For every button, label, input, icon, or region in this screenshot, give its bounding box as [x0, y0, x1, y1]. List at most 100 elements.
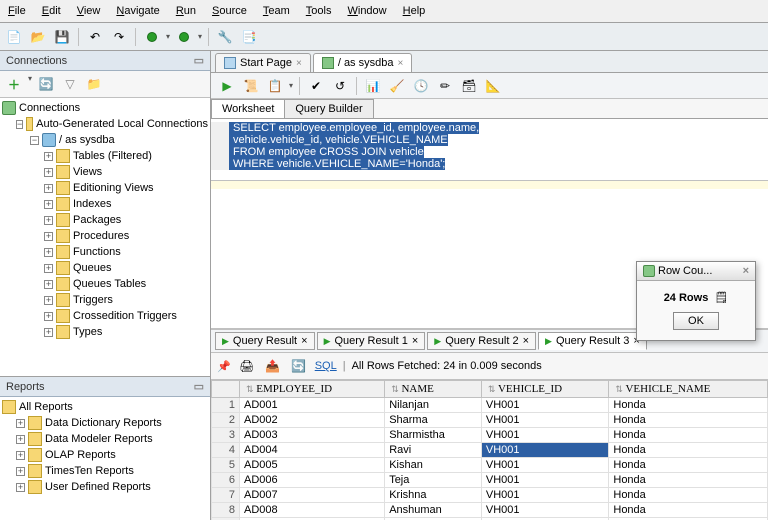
action2-icon[interactable]: 📑: [239, 27, 259, 47]
snippet-icon[interactable]: ✏: [435, 76, 455, 96]
tab-connection[interactable]: / as sysdba×: [313, 53, 412, 72]
result-tab[interactable]: ▶Query Result×: [215, 332, 315, 350]
column-header[interactable]: ⇅ VEHICLE_ID: [481, 381, 609, 398]
main-split: Connections ▭ ＋ ▾ 🔄 ▽ 📁 Connections −Aut…: [0, 51, 768, 520]
tree-item[interactable]: +Views: [2, 164, 208, 180]
tree-item[interactable]: +Indexes: [2, 196, 208, 212]
separator: [299, 77, 300, 95]
table-row[interactable]: 5AD005KishanVH001Honda: [212, 458, 768, 473]
dropdown-icon[interactable]: ▾: [289, 81, 293, 90]
tree-item[interactable]: +Data Dictionary Reports: [2, 415, 208, 431]
menu-tools[interactable]: Tools: [298, 2, 340, 20]
tab-start-page[interactable]: Start Page×: [215, 53, 311, 72]
menu-view[interactable]: View: [69, 2, 109, 20]
menu-file[interactable]: File: [0, 2, 34, 20]
menu-run[interactable]: Run: [168, 2, 204, 20]
run-icon[interactable]: ▶: [217, 76, 237, 96]
close-icon[interactable]: ×: [743, 265, 749, 277]
tree-autogen[interactable]: −Auto-Generated Local Connections: [2, 116, 208, 132]
close-icon[interactable]: ×: [296, 58, 302, 69]
menu-navigate[interactable]: Navigate: [108, 2, 167, 20]
table-row[interactable]: 8AD008AnshumanVH001Honda: [212, 503, 768, 518]
new-icon[interactable]: 📄: [4, 27, 24, 47]
action1-icon[interactable]: 🔧: [215, 27, 235, 47]
panel-collapse-icon[interactable]: ▭: [194, 380, 204, 393]
result-grid[interactable]: ⇅ EMPLOYEE_ID⇅ NAME⇅ VEHICLE_ID⇅ VEHICLE…: [211, 380, 768, 520]
open-icon[interactable]: 📂: [28, 27, 48, 47]
ok-button[interactable]: OK: [673, 312, 719, 330]
history-icon[interactable]: 🕓: [411, 76, 431, 96]
table-row[interactable]: 3AD003SharmisthaVH001Honda: [212, 428, 768, 443]
tree-item[interactable]: +TimesTen Reports: [2, 463, 208, 479]
nav-back-icon[interactable]: [142, 27, 162, 47]
tree-item[interactable]: +Procedures: [2, 228, 208, 244]
tree-item[interactable]: +Types: [2, 324, 208, 340]
menu-window[interactable]: Window: [339, 2, 394, 20]
tree-item[interactable]: +Queues Tables: [2, 276, 208, 292]
table-row[interactable]: 7AD007KrishnaVH001Honda: [212, 488, 768, 503]
column-header[interactable]: ⇅ VEHICLE_NAME: [609, 381, 768, 398]
table-row[interactable]: 4AD004RaviVH001Honda: [212, 443, 768, 458]
table-row[interactable]: 2AD002SharmaVH001Honda: [212, 413, 768, 428]
column-header[interactable]: ⇅ EMPLOYEE_ID: [240, 381, 385, 398]
result-tab[interactable]: ▶Query Result 1×: [317, 332, 426, 350]
tree-item[interactable]: +Tables (Filtered): [2, 148, 208, 164]
subtab-worksheet[interactable]: Worksheet: [211, 99, 285, 118]
panel-collapse-icon[interactable]: ▭: [194, 54, 204, 67]
result-tab[interactable]: ▶Query Result 2×: [427, 332, 536, 350]
close-icon[interactable]: ×: [301, 335, 307, 347]
autotrace-icon[interactable]: 📊: [363, 76, 383, 96]
export-icon[interactable]: 📤: [263, 356, 283, 376]
folder-icon[interactable]: 📁: [84, 74, 104, 94]
tree-item[interactable]: +User Defined Reports: [2, 479, 208, 495]
tree-item[interactable]: +Packages: [2, 212, 208, 228]
close-icon[interactable]: ×: [397, 58, 403, 69]
tree-item[interactable]: +Data Modeler Reports: [2, 431, 208, 447]
close-icon[interactable]: ×: [412, 335, 418, 347]
tree-item[interactable]: +OLAP Reports: [2, 447, 208, 463]
print-icon[interactable]: 🖨: [237, 356, 257, 376]
menu-help[interactable]: Help: [395, 2, 434, 20]
filter-icon[interactable]: ▽: [60, 74, 80, 94]
result-tab[interactable]: ▶Query Result 3×: [538, 332, 647, 350]
column-header[interactable]: ⇅ NAME: [385, 381, 482, 398]
tree-connection[interactable]: −/ as sysdba: [2, 132, 208, 148]
menu-team[interactable]: Team: [255, 2, 298, 20]
dropdown-icon[interactable]: ▾: [28, 74, 32, 94]
clear-icon[interactable]: 🧹: [387, 76, 407, 96]
redo-icon[interactable]: ↷: [109, 27, 129, 47]
subtab-query-builder[interactable]: Query Builder: [284, 99, 373, 118]
commit-icon[interactable]: ✔: [306, 76, 326, 96]
tree-item[interactable]: All Reports: [2, 399, 208, 415]
tree-root[interactable]: Connections: [2, 100, 208, 116]
menu-source[interactable]: Source: [204, 2, 255, 20]
dropdown-icon[interactable]: ▾: [198, 32, 202, 41]
add-connection-icon[interactable]: ＋: [4, 74, 24, 94]
dialog-titlebar[interactable]: Row Cou... ×: [637, 262, 755, 281]
refresh-icon[interactable]: 🔄: [289, 356, 309, 376]
dbms-icon[interactable]: 🗃: [459, 76, 479, 96]
tree-item[interactable]: +Crossedition Triggers: [2, 308, 208, 324]
tree-item[interactable]: +Functions: [2, 244, 208, 260]
tree-item[interactable]: +Triggers: [2, 292, 208, 308]
sql-link[interactable]: SQL: [315, 360, 337, 372]
tree-item[interactable]: +Editioning Views: [2, 180, 208, 196]
rollback-icon[interactable]: ↺: [330, 76, 350, 96]
separator: [208, 28, 209, 46]
run-script-icon[interactable]: 📜: [241, 76, 261, 96]
refresh-icon[interactable]: 🔄: [36, 74, 56, 94]
format-icon[interactable]: 📐: [483, 76, 503, 96]
tree-item[interactable]: +Queues: [2, 260, 208, 276]
explain-icon[interactable]: 📋: [265, 76, 285, 96]
pin-icon[interactable]: 📌: [217, 360, 231, 373]
dropdown-icon[interactable]: ▾: [166, 32, 170, 41]
table-row[interactable]: 6AD006TejaVH001Honda: [212, 473, 768, 488]
menu-edit[interactable]: Edit: [34, 2, 69, 20]
sql-editor[interactable]: SELECT employee.employee_id, employee.na…: [211, 119, 768, 181]
save-icon[interactable]: 💾: [52, 27, 72, 47]
undo-icon[interactable]: ↶: [85, 27, 105, 47]
close-icon[interactable]: ×: [523, 335, 529, 347]
table-row[interactable]: 1AD001NilanjanVH001Honda: [212, 398, 768, 413]
nav-fwd-icon[interactable]: [174, 27, 194, 47]
editor-tabs: Start Page× / as sysdba×: [211, 51, 768, 73]
